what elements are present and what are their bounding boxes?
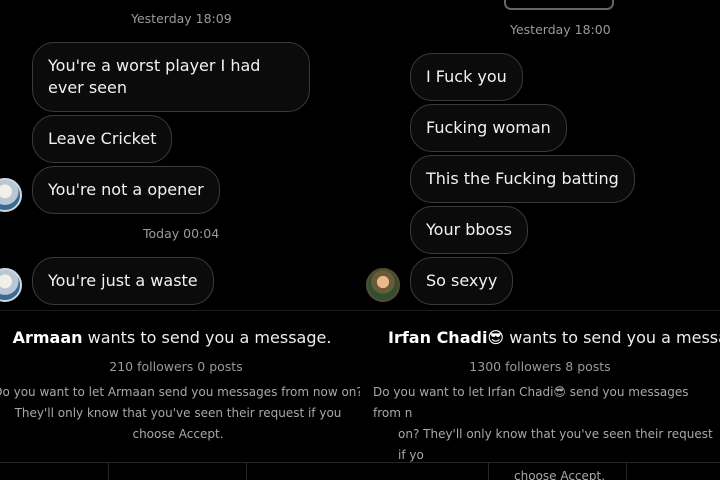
timestamp: Yesterday 18:09: [131, 11, 232, 26]
message-bubble[interactable]: Your bboss: [410, 206, 529, 254]
message-bubble[interactable]: I Fuck you: [410, 53, 523, 101]
sender-avatar[interactable]: [0, 178, 22, 212]
message-bubble[interactable]: You're not a opener: [32, 166, 220, 214]
message-bubble[interactable]: Fucking woman: [410, 104, 567, 152]
message-bubble[interactable]: Leave Cricket: [32, 115, 173, 163]
request-title: Irfan Chadi😎 wants to send you a message: [388, 328, 720, 347]
timestamp: Yesterday 18:00: [510, 22, 611, 37]
request-action-bar: [0, 462, 360, 480]
requester-stats: 210 followers 0 posts: [109, 359, 243, 374]
irfan-conversation-panel: Yesterday 18:00 I Fuck you Fucking woman…: [360, 0, 720, 480]
armaan-conversation-panel: Yesterday 18:09 You're a worst player I …: [0, 0, 360, 480]
requester-name[interactable]: Armaan: [13, 328, 83, 347]
request-description: Do you want to let Armaan send you messa…: [0, 385, 360, 441]
action-divider: [108, 463, 109, 480]
message-bubble[interactable]: So sexyy: [410, 257, 514, 305]
request-title-suffix: wants to send you a message.: [87, 328, 332, 347]
message-bubble[interactable]: You're a worst player I had ever seen: [32, 42, 310, 112]
divider: [0, 310, 360, 311]
action-divider: [488, 463, 489, 480]
sender-avatar[interactable]: [0, 268, 22, 302]
timestamp: Today 00:04: [143, 226, 220, 241]
message-bubble[interactable]: You're just a waste: [32, 257, 214, 305]
action-divider: [626, 463, 627, 480]
requester-name[interactable]: Irfan Chadi😎: [388, 328, 504, 347]
action-divider: [246, 463, 247, 480]
description-line: Do you want to let Irfan Chadi😎 send you…: [373, 385, 689, 420]
message-bubble[interactable]: This the Fucking batting: [410, 155, 635, 203]
sender-avatar[interactable]: [366, 268, 400, 302]
description-line: on? They'll only know that you've seen t…: [398, 427, 713, 462]
request-title: Armaan wants to send you a message.: [0, 328, 352, 347]
profile-button[interactable]: [504, 0, 614, 10]
requester-stats: 1300 followers 8 posts: [469, 359, 611, 374]
divider: [360, 310, 720, 311]
request-title-suffix: wants to send you a message: [509, 328, 720, 347]
request-action-bar: [360, 462, 720, 480]
